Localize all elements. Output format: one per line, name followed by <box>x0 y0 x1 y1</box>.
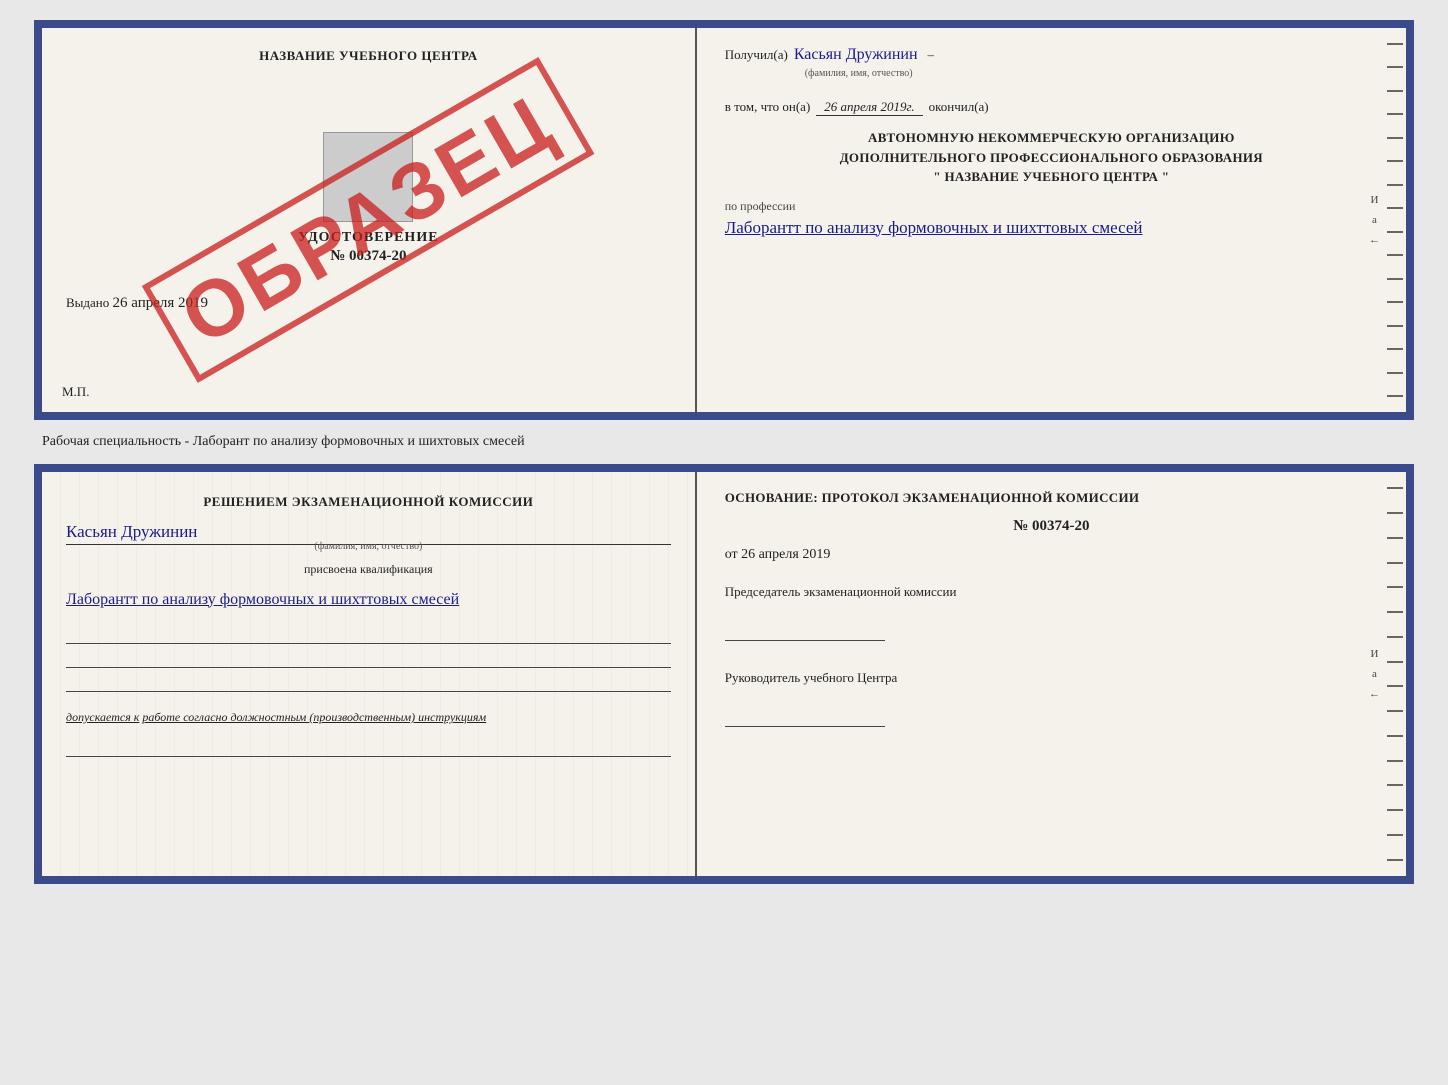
bottom-left-panel: Решением экзаменационной комиссии Касьян… <box>42 472 697 876</box>
bl-line-bottom <box>66 739 671 757</box>
bottom-right-panel: Основание: протокол экзаменационной коми… <box>697 472 1406 876</box>
допускается-label: допускается к <box>66 710 139 724</box>
br-date-prefix: от <box>725 547 738 562</box>
finished-label: окончил(а) <box>929 99 989 115</box>
top-left-title: НАЗВАНИЕ УЧЕБНОГО ЦЕНТРА <box>259 48 478 64</box>
binding-lines-top-right <box>1384 28 1406 412</box>
received-name: Касьян Дружинин <box>794 46 918 64</box>
date-line: в том, что он(а) 26 апреля 2019г. окончи… <box>725 99 1378 116</box>
bl-line-2 <box>66 650 671 668</box>
br-side-annotations: И а ← <box>1369 648 1380 700</box>
document-container: НАЗВАНИЕ УЧЕБНОГО ЦЕНТРА ОБРАЗЕЦ УДОСТОВ… <box>34 20 1414 884</box>
in-that-label: в том, что он(а) <box>725 99 811 115</box>
received-label: Получил(а) <box>725 47 788 63</box>
bl-line-1 <box>66 626 671 644</box>
допускается-text: работе согласно должностным (производств… <box>142 710 486 724</box>
br-number: № 00374-20 <box>725 518 1378 535</box>
br-head-sig <box>725 707 885 727</box>
bl-title: Решением экзаменационной комиссии <box>66 492 671 512</box>
bl-qual-label: присвоена квалификация <box>66 562 671 577</box>
mp-label: М.П. <box>62 384 89 400</box>
bl-qual-handwritten: Лаборантт по анализу формовочных и шихтт… <box>66 587 671 613</box>
issued-date: 26 апреля 2019 <box>113 295 209 311</box>
side-annotations: И а ← <box>1369 194 1380 246</box>
issued-label: Выдано <box>66 295 109 310</box>
org-block: АВТОНОМНУЮ НЕКОММЕРЧЕСКУЮ ОРГАНИЗАЦИЮ ДО… <box>725 128 1378 187</box>
profession-section: по профессии Лаборантт по анализу формов… <box>725 199 1378 241</box>
bl-name-block: Касьян Дружинин (фамилия, имя, отчество) <box>66 522 671 552</box>
bl-допускается: допускается к работе согласно должностны… <box>66 710 671 725</box>
top-document: НАЗВАНИЕ УЧЕБНОГО ЦЕНТРА ОБРАЗЕЦ УДОСТОВ… <box>34 20 1414 420</box>
bl-line-3 <box>66 674 671 692</box>
br-chairman-sig <box>725 621 885 641</box>
profession-label: по профессии <box>725 199 1378 214</box>
bl-lines <box>66 626 671 692</box>
cert-number: № 00374-20 <box>330 248 406 265</box>
date-value-top: 26 апреля 2019г. <box>816 99 922 116</box>
profession-handwritten: Лаборантт по анализу формовочных и шихтт… <box>725 214 1378 241</box>
org-line1: АВТОНОМНУЮ НЕКОММЕРЧЕСКУЮ ОРГАНИЗАЦИЮ <box>725 128 1378 148</box>
bl-name-hint: (фамилия, имя, отчество) <box>66 541 671 552</box>
top-right-panel: Получил(а) Касьян Дружинин – (фамилия, и… <box>697 28 1406 412</box>
bottom-document: Решением экзаменационной комиссии Касьян… <box>34 464 1414 884</box>
received-line: Получил(а) Касьян Дружинин – <box>725 46 1378 64</box>
br-basis-label: Основание: протокол экзаменационной коми… <box>725 490 1378 506</box>
middle-label: Рабочая специальность - Лаборант по анал… <box>34 430 1414 454</box>
org-line3: " НАЗВАНИЕ УЧЕБНОГО ЦЕНТРА " <box>725 167 1378 187</box>
br-chairman: Председатель экзаменационной комиссии <box>725 583 1378 601</box>
cert-label: УДОСТОВЕРЕНИЕ <box>298 230 438 246</box>
br-date-value: 26 апреля 2019 <box>741 547 830 562</box>
br-head: Руководитель учебного Центра <box>725 669 1378 687</box>
cert-seal-placeholder <box>323 132 413 222</box>
cert-issued: Выдано 26 апреля 2019 <box>66 295 671 312</box>
binding-lines-bottom-right <box>1384 472 1406 876</box>
org-line2: ДОПОЛНИТЕЛЬНОГО ПРОФЕССИОНАЛЬНОГО ОБРАЗО… <box>725 148 1378 168</box>
top-left-panel: НАЗВАНИЕ УЧЕБНОГО ЦЕНТРА ОБРАЗЕЦ УДОСТОВ… <box>42 28 697 412</box>
br-date: от 26 апреля 2019 <box>725 547 1378 563</box>
name-hint-top: (фамилия, имя, отчество) <box>805 68 1378 79</box>
